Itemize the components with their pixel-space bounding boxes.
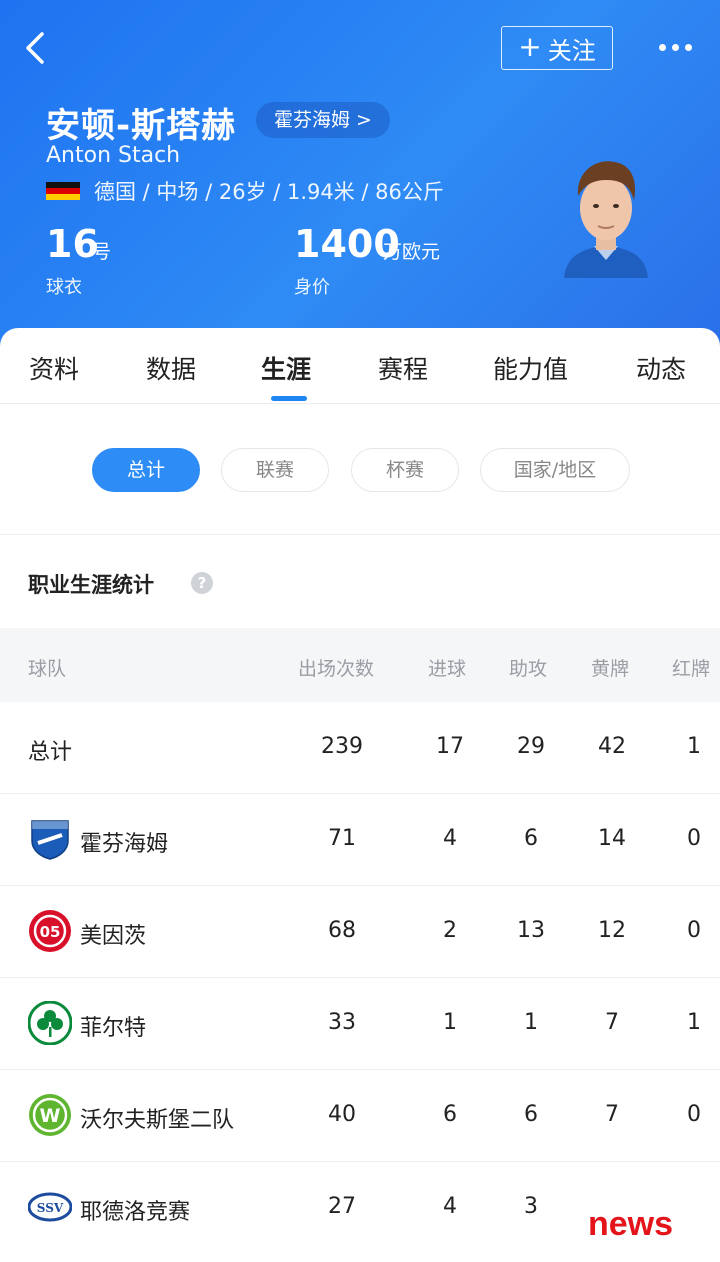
shirt-label: 球衣 <box>46 277 82 298</box>
team-name: 美因茨 <box>80 924 147 949</box>
player-meta: 德国 / 中场 / 26岁 / 1.94米 / 86公斤 <box>94 180 444 204</box>
market-value-label: 身价 <box>294 277 330 298</box>
svg-text:W: W <box>40 1105 61 1127</box>
col-appearances: 出场次数 <box>298 658 375 680</box>
follow-button[interactable]: + 关注 <box>501 26 613 70</box>
filter-league[interactable]: 联赛 <box>221 448 329 492</box>
team-link[interactable]: 霍芬海姆 > <box>256 102 390 138</box>
col-team: 球队 <box>28 658 67 680</box>
cell-red: 0 <box>687 826 701 851</box>
market-value-unit: 万欧元 <box>383 241 441 263</box>
cell-apps: 239 <box>321 734 363 759</box>
cell-yellow: 14 <box>598 826 626 851</box>
cell-apps: 71 <box>328 826 356 851</box>
table-row[interactable]: 菲尔特 33 1 1 7 1 <box>0 978 720 1070</box>
cell-goals: 2 <box>443 918 457 943</box>
team-name: 菲尔特 <box>80 1016 147 1041</box>
table-row[interactable]: 霍芬海姆 71 4 6 14 0 <box>0 794 720 886</box>
team-name: 总计 <box>28 740 73 765</box>
cell-assists: 6 <box>524 826 538 851</box>
cell-goals: 4 <box>443 1194 457 1219</box>
table-row: 总计 239 17 29 42 1 <box>0 702 720 794</box>
cell-red: 1 <box>687 1010 701 1035</box>
cell-yellow: 7 <box>605 1010 619 1035</box>
col-red-cards: 红牌 <box>672 658 711 680</box>
cell-goals: 6 <box>443 1102 457 1127</box>
table-row[interactable]: 05 美因茨 68 2 13 12 0 <box>0 886 720 978</box>
player-name-en: Anton Stach <box>46 143 181 168</box>
cell-yellow: 7 <box>605 1102 619 1127</box>
tab-profile[interactable]: 资料 <box>29 350 79 386</box>
cell-yellow: 12 <box>598 918 626 943</box>
shirt-number-unit: 号 <box>92 241 112 263</box>
tab-schedule[interactable]: 赛程 <box>378 350 428 386</box>
news-watermark: news <box>588 1205 674 1243</box>
tab-ability[interactable]: 能力值 <box>493 350 568 386</box>
tab-news[interactable]: 动态 <box>636 350 686 386</box>
player-name: 安顿-斯塔赫 <box>46 106 237 146</box>
svg-text:05: 05 <box>40 923 61 941</box>
section-title: 职业生涯统计 <box>28 573 154 597</box>
help-icon[interactable]: ? <box>191 572 213 594</box>
back-icon[interactable] <box>18 28 58 68</box>
tab-bar: 资料 数据 生涯 赛程 能力值 动态 <box>0 328 720 404</box>
player-avatar <box>558 150 654 278</box>
cell-assists: 3 <box>524 1194 538 1219</box>
cell-red: 0 <box>687 1102 701 1127</box>
filter-national[interactable]: 国家/地区 <box>480 448 630 492</box>
cell-assists: 1 <box>524 1010 538 1035</box>
cell-goals: 4 <box>443 826 457 851</box>
germany-flag-icon <box>46 182 80 200</box>
cell-apps: 68 <box>328 918 356 943</box>
furth-logo-icon <box>27 1000 73 1046</box>
player-header: + 关注 安顿-斯塔赫 霍芬海姆 > Anton Stach 德国 / 中场 /… <box>0 0 720 360</box>
filter-group: 总计 联赛 杯赛 国家/地区 <box>0 448 720 492</box>
cell-red: 0 <box>687 918 701 943</box>
team-name: 沃尔夫斯堡二队 <box>80 1108 235 1133</box>
cell-yellow: 42 <box>598 734 626 759</box>
wolfsburg-logo-icon: W <box>28 1093 72 1137</box>
filter-total[interactable]: 总计 <box>92 448 200 492</box>
content-panel: 资料 数据 生涯 赛程 能力值 动态 总计 联赛 杯赛 国家/地区 职业生涯统计… <box>0 328 720 1262</box>
cell-red: 1 <box>687 734 701 759</box>
follow-label: 关注 <box>547 36 596 65</box>
table-row[interactable]: W 沃尔夫斯堡二队 40 6 6 7 0 <box>0 1070 720 1162</box>
cell-apps: 40 <box>328 1102 356 1127</box>
cell-apps: 27 <box>328 1194 356 1219</box>
cell-goals: 1 <box>443 1010 457 1035</box>
table-header: 球队 出场次数 进球 助攻 黄牌 红牌 <box>0 628 720 702</box>
cell-assists: 29 <box>517 734 545 759</box>
tab-career[interactable]: 生涯 <box>261 350 311 386</box>
cell-assists: 6 <box>524 1102 538 1127</box>
plus-icon: + <box>518 30 542 63</box>
shirt-number: 16 <box>46 222 99 266</box>
more-options-icon[interactable] <box>650 30 700 64</box>
cell-apps: 33 <box>328 1010 356 1035</box>
svg-text:SSV: SSV <box>37 1201 64 1215</box>
col-goals: 进球 <box>428 658 467 680</box>
filter-cup[interactable]: 杯赛 <box>351 448 459 492</box>
hoffenheim-logo-icon <box>28 817 72 861</box>
active-tab-indicator <box>271 396 307 401</box>
cell-goals: 17 <box>436 734 464 759</box>
mainz-logo-icon: 05 <box>28 909 72 953</box>
team-name: 霍芬海姆 <box>80 832 169 857</box>
tab-stats[interactable]: 数据 <box>146 350 196 386</box>
col-yellow-cards: 黄牌 <box>591 658 630 680</box>
team-name: 耶德洛竞赛 <box>80 1200 191 1225</box>
cell-assists: 13 <box>517 918 545 943</box>
col-assists: 助攻 <box>509 658 548 680</box>
section-divider <box>0 534 720 535</box>
ssv-logo-icon: SSV <box>27 1185 73 1229</box>
